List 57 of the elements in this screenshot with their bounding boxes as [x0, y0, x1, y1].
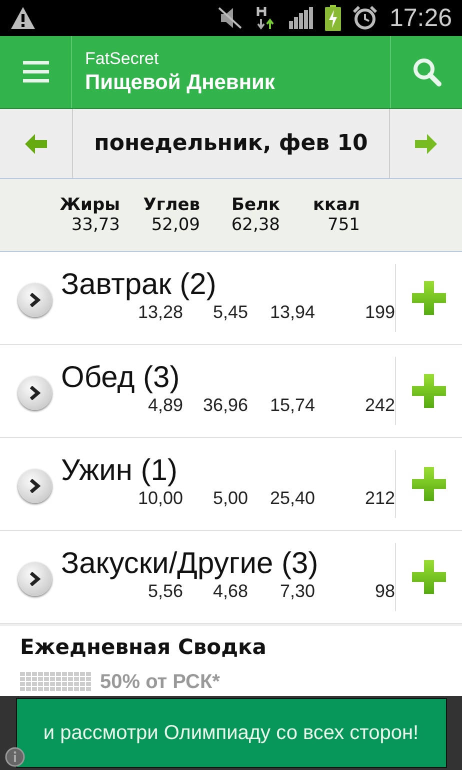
current-date: понедельник, фев 10 [93, 130, 369, 158]
meal-value: 10,00 [136, 488, 183, 508]
expand-button[interactable] [18, 562, 52, 596]
plus-icon [412, 467, 446, 501]
expand-button[interactable] [18, 283, 52, 317]
meal-title[interactable]: Обед (3) [61, 360, 395, 394]
meal-value: 4,68 [212, 580, 248, 602]
progress-grid-icon [20, 672, 92, 692]
chevron-right-icon [29, 386, 41, 400]
chevron-right-icon [29, 572, 41, 586]
column-header: Углев [142, 195, 200, 215]
meal-value: 15,74 [268, 394, 315, 416]
meal-value: 5,56 [146, 580, 183, 602]
column-header: ккал [312, 195, 360, 215]
column-header: Жиры [58, 195, 120, 215]
meal-value: 212 [364, 488, 395, 508]
screen-title: Пищевой Дневник [85, 71, 276, 95]
search-icon [412, 57, 442, 87]
clock-time: 17:26 [389, 4, 452, 32]
total-value: 751 [326, 215, 360, 235]
expand-button[interactable] [18, 469, 52, 503]
muted-speaker-icon [217, 6, 244, 30]
column-header: Белк [230, 195, 280, 215]
meal-title[interactable]: Закуски/Другие (3) [61, 546, 395, 580]
plus-icon [412, 560, 446, 594]
arrow-left-icon [25, 134, 47, 154]
meal-value: 5,45 [212, 302, 248, 322]
meal-value: 199 [364, 302, 395, 322]
meal-value: 242 [364, 394, 395, 416]
expand-button[interactable] [18, 376, 52, 410]
section-title: Ежедневная Сводка [0, 624, 462, 668]
meal-value: 25,40 [268, 488, 315, 508]
total-value: 62,38 [230, 215, 280, 235]
chevron-right-icon [29, 293, 41, 307]
total-value: 33,73 [70, 215, 120, 235]
info-icon[interactable] [4, 746, 26, 768]
app-name: FatSecret [85, 49, 160, 69]
menu-icon [22, 61, 48, 83]
meal-value: 4,89 [146, 394, 183, 416]
chevron-right-icon [29, 479, 41, 493]
rdi-percentage: 50% от РСК* [100, 670, 220, 694]
meal-value: 98 [374, 580, 395, 602]
arrow-right-icon [415, 134, 437, 154]
alarm-clock-icon [353, 6, 378, 30]
plus-icon [412, 281, 446, 315]
total-value: 52,09 [150, 215, 200, 235]
meal-value: 36,96 [202, 394, 248, 416]
meal-value: 7,30 [278, 580, 315, 602]
meal-value: 13,94 [268, 302, 315, 322]
signal-icon [289, 7, 314, 29]
meal-title[interactable]: Ужин (1) [61, 454, 395, 488]
plus-icon [412, 374, 446, 408]
meal-value: 13,28 [136, 302, 183, 322]
warning-icon [10, 6, 36, 30]
battery-charging-icon [325, 5, 342, 31]
meal-value: 5,00 [212, 488, 248, 508]
meal-title[interactable]: Завтрак (2) [61, 268, 395, 302]
